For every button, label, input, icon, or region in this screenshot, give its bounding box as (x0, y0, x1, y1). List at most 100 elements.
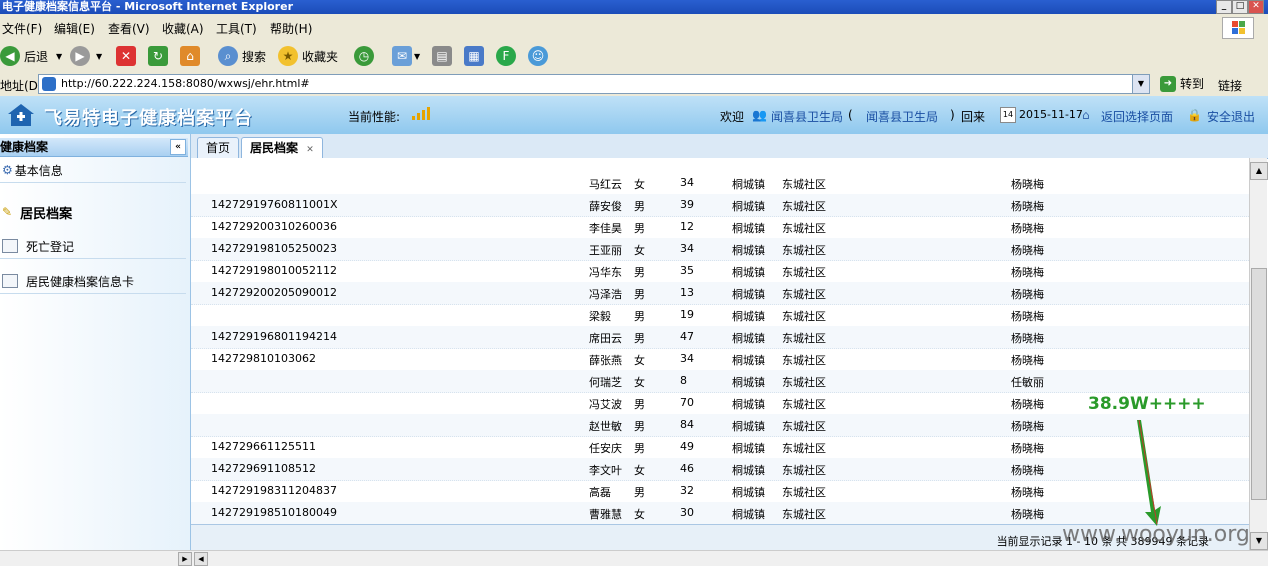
tab-bar: 首页 居民档案 ✕ (191, 134, 1268, 159)
cell-community: 东城社区 (782, 222, 826, 235)
cell-sex: 男 (634, 288, 645, 301)
table-row[interactable]: 142729200205090012 冯泽浩男 13 桐城镇 东城社区 杨晓梅 (191, 282, 1249, 305)
cell-age: 8 (680, 374, 687, 387)
cell-age: 47 (680, 330, 694, 343)
table-row[interactable]: 何瑞芝女 8 桐城镇 东城社区 任敏丽 (191, 370, 1249, 393)
menu-tools[interactable]: 工具(T) (216, 20, 257, 37)
return-select-link[interactable]: 返回选择页面 (1101, 108, 1173, 125)
stop-button[interactable]: ✕ (116, 44, 136, 68)
refresh-button[interactable]: ↻ (148, 44, 168, 68)
cell-town: 桐城镇 (732, 200, 765, 213)
org-name[interactable]: 闻喜县卫生局 (866, 108, 938, 125)
go-button[interactable]: ➜ 转到 (1160, 75, 1204, 92)
table-row[interactable]: 马红云女 34 桐城镇 东城社区 杨晓梅 (191, 172, 1249, 195)
cell-name: 赵世敏 (589, 420, 622, 433)
tab-resident-records[interactable]: 居民档案 ✕ (241, 137, 323, 158)
table-row[interactable]: 赵世敏男 84 桐城镇 东城社区 杨晓梅 (191, 414, 1249, 437)
forward-button[interactable]: ▶ ▼ (70, 44, 102, 68)
cell-community: 东城社区 (782, 354, 826, 367)
sidebar-item-health-card[interactable]: 居民健康档案信息卡 (0, 269, 186, 294)
menu-favorites[interactable]: 收藏(A) (162, 20, 204, 37)
table-row[interactable]: 142729198311204837 高磊 男 32 桐城镇 东城社区 杨晓梅 (191, 480, 1249, 503)
user-name[interactable]: 闻喜县卫生局 (771, 108, 843, 125)
table-row[interactable]: 142729691108512 李文叶女 46 桐城镇 东城社区 杨晓梅 (191, 458, 1249, 481)
cell-town: 桐城镇 (732, 398, 765, 411)
table-row[interactable]: 142729198010052112 冯华东男 35 桐城镇 东城社区 杨晓梅 (191, 260, 1249, 283)
cell-sex: 男 (634, 442, 645, 455)
table-row[interactable]: 142729196801194214 席田云男 47 桐城镇 东城社区 杨晓梅 (191, 326, 1249, 349)
address-dropdown-icon[interactable]: ▼ (1132, 75, 1149, 93)
scroll-down-icon[interactable]: ▼ (1250, 532, 1268, 550)
address-bar: 地址(D) http://60.222.224.158:8080/wxwsj/e… (0, 72, 1268, 97)
edit-button[interactable]: ▦ (464, 44, 484, 68)
sidebar-item-death-registration[interactable]: 死亡登记 (0, 234, 186, 259)
table-row[interactable]: 142729661125511 任安庆男 49 桐城镇 东城社区 杨晓梅 (191, 436, 1249, 459)
cell-sex: 男 (634, 332, 645, 345)
minimize-button[interactable]: _ (1216, 0, 1232, 14)
messenger-button[interactable]: ☺ (528, 44, 548, 68)
cell-community: 东城社区 (782, 332, 826, 345)
gear-icon: ⚙ (2, 163, 13, 177)
cell-age: 46 (680, 462, 694, 475)
table-row[interactable]: 14272981010306​2 薛张燕女 34 桐城镇 东城社区 杨晓梅 (191, 348, 1249, 371)
go-label: 转到 (1180, 77, 1205, 91)
table-row[interactable]: 142729198510180049 曹雅慧女 30 桐城镇 东城社区 杨晓梅 (191, 502, 1249, 524)
cell-name: 薛张燕 (589, 354, 622, 367)
cell-town: 桐城镇 (732, 442, 765, 455)
current-date: 2015-11-17 (1019, 108, 1083, 121)
cell-community: 东城社区 (782, 244, 826, 257)
cell-doctor: 杨晓梅 (1011, 354, 1044, 367)
cell-age: 34 (680, 242, 694, 255)
scroll-up-icon[interactable]: ▲ (1250, 162, 1268, 180)
menu-help[interactable]: 帮助(H) (270, 20, 312, 37)
table-row[interactable]: 梁毅 男 19 桐城镇 东城社区 杨晓梅 (191, 304, 1249, 327)
chevron-down-icon: ▼ (96, 51, 103, 61)
cell-age: 32 (680, 484, 694, 497)
favorites-button[interactable]: ★ 收藏夹 (278, 44, 338, 68)
cell-name: 李文叶 (589, 464, 622, 477)
mail-button[interactable]: ✉ ▼ (392, 44, 420, 68)
menu-view[interactable]: 查看(V) (108, 20, 150, 37)
sidebar-item-basic-info[interactable]: ⚙ 基本信息 (0, 158, 186, 183)
table-row[interactable]: 14272919760811001X 薛安俊男 39 桐城镇 东城社区 杨晓梅 (191, 194, 1249, 217)
menu-file[interactable]: 文件(F) (2, 20, 42, 37)
records-table: 马红云女 34 桐城镇 东城社区 杨晓梅 14272919760811001X 薛安俊男 39… (191, 158, 1249, 524)
print-button[interactable]: ▤ (432, 44, 452, 68)
cell-doctor: 杨晓梅 (1011, 464, 1044, 477)
cell-sex: 女 (634, 376, 645, 389)
collapse-icon[interactable]: « (170, 139, 186, 155)
sidebar-item-resident-records[interactable]: ✎ 居民档案 (0, 198, 186, 226)
cell-community: 东城社区 (782, 398, 826, 411)
cell-town: 桐城镇 (732, 508, 765, 521)
back-button[interactable]: ◀ 后退 ▼ (0, 44, 62, 68)
scroll-thumb[interactable] (1251, 268, 1267, 500)
app-header: 飞易特电子健康档案平台 当前性能: 欢迎 👥 闻喜县卫生局 ( 闻喜县卫生局 )… (0, 96, 1268, 135)
table-row[interactable]: 142729200310260036 李佳昊男 12 桐城镇 东城社区 杨晓梅 (191, 216, 1249, 239)
addon-button[interactable]: F (496, 44, 516, 68)
scroll-left-icon[interactable]: ◀ (194, 552, 208, 566)
scroll-right-icon[interactable]: ▶ (178, 552, 192, 566)
cell-town: 桐城镇 (732, 354, 765, 367)
cell-doctor: 杨晓梅 (1011, 486, 1044, 499)
forward-arrow-icon: ▶ (70, 46, 90, 66)
vertical-scrollbar[interactable]: ▲ ▼ (1249, 158, 1268, 550)
history-button[interactable]: ◷ (354, 44, 374, 68)
maximize-button[interactable]: □ (1232, 0, 1248, 14)
sidebar-item-label: 基本信息 (14, 163, 63, 178)
tab-home[interactable]: 首页 (197, 137, 240, 158)
go-arrow-icon: ➜ (1160, 75, 1176, 92)
cell-sex: 男 (634, 266, 645, 279)
horizontal-scrollbar[interactable]: ▶ ◀ (0, 550, 1268, 566)
search-button[interactable]: ⌕ 搜索 (218, 44, 266, 68)
close-button[interactable]: ✕ (1248, 0, 1264, 14)
logout-link[interactable]: 安全退出 (1207, 108, 1255, 125)
table-row[interactable]: 142729198105250023 王亚丽女 34 桐城镇 东城社区 杨晓梅 (191, 238, 1249, 261)
cell-community: 东城社区 (782, 310, 826, 323)
sidebar-item-label: 居民健康档案信息卡 (26, 274, 135, 289)
address-input[interactable]: http://60.222.224.158:8080/wxwsj/ehr.htm… (38, 74, 1150, 94)
cell-age: 35 (680, 264, 694, 277)
home-button[interactable]: ⌂ (180, 44, 200, 68)
tab-close-icon[interactable]: ✕ (306, 145, 314, 155)
links-label[interactable]: 链接 (1218, 77, 1242, 94)
menu-edit[interactable]: 编辑(E) (54, 20, 95, 37)
